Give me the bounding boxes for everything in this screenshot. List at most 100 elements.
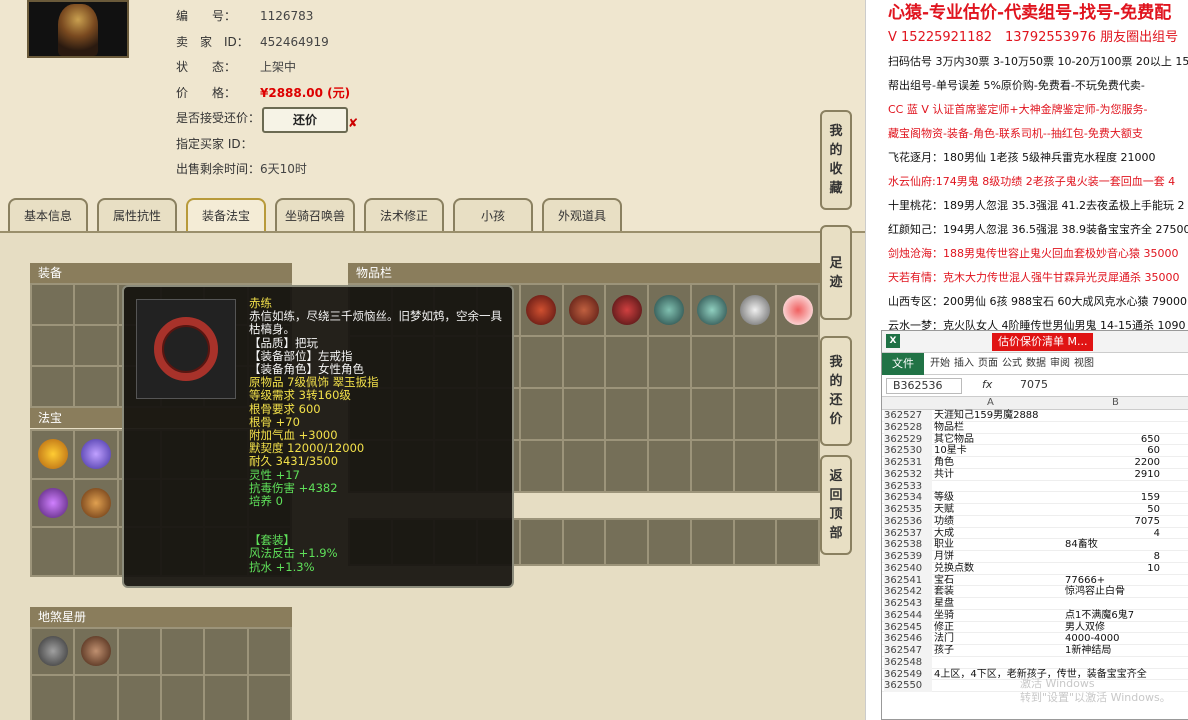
slot-cell[interactable] xyxy=(777,441,818,491)
slot-cell[interactable] xyxy=(777,520,818,564)
side-button[interactable]: 返回顶部 xyxy=(820,455,852,555)
row-number[interactable]: 362533 xyxy=(884,480,932,493)
slot-cell[interactable] xyxy=(75,431,117,478)
cell-a[interactable]: 共计 xyxy=(934,469,954,481)
slot-cell[interactable] xyxy=(75,367,117,406)
ribbon-tab[interactable]: 插入 xyxy=(954,353,974,375)
cell-b[interactable]: 50 xyxy=(1065,504,1160,516)
tab-item[interactable]: 属性抗性 xyxy=(97,198,177,232)
cell-a[interactable]: 法门 xyxy=(934,633,954,645)
ribbon-tab[interactable]: 页面 xyxy=(978,353,998,375)
column-a-header[interactable]: A xyxy=(987,397,994,408)
slot-cell[interactable] xyxy=(734,520,776,564)
slot-cell[interactable] xyxy=(563,441,605,491)
close-icon[interactable]: ✘ xyxy=(348,112,358,134)
slot-cell[interactable] xyxy=(691,389,733,439)
slot-cell[interactable] xyxy=(649,441,690,491)
slot-cell[interactable] xyxy=(248,629,290,674)
slot-cell[interactable] xyxy=(520,337,562,387)
slot-cell[interactable] xyxy=(32,285,74,324)
cell-b[interactable]: 2910 xyxy=(1065,469,1160,481)
cell-a[interactable]: 物品栏 xyxy=(934,422,964,434)
slot-cell[interactable] xyxy=(32,431,74,478)
slot-cell[interactable] xyxy=(734,389,776,439)
slot-cell[interactable] xyxy=(32,479,74,527)
row-number[interactable]: 362538 xyxy=(884,539,932,551)
slot-cell[interactable] xyxy=(563,285,605,335)
cell-b[interactable]: 1新神结局 xyxy=(1065,645,1160,657)
row-number[interactable]: 362547 xyxy=(884,645,932,657)
cell-a[interactable]: 10星卡 xyxy=(934,445,967,457)
slot-cell[interactable] xyxy=(563,389,605,439)
ribbon-tab[interactable]: 视图 xyxy=(1074,353,1094,375)
formula-input[interactable]: 7075 xyxy=(1020,378,1048,391)
cell-a[interactable]: 月饼 xyxy=(934,551,954,563)
slot-cell[interactable] xyxy=(606,389,648,439)
slot-cell[interactable] xyxy=(734,337,776,387)
slot-cell[interactable] xyxy=(563,520,605,564)
slot-cell[interactable] xyxy=(75,629,117,674)
cell-a[interactable]: 其它物品 xyxy=(934,434,974,446)
cell-b[interactable]: 8 xyxy=(1065,551,1160,563)
row-number[interactable]: 362546 xyxy=(884,633,932,645)
cell-a[interactable]: 等级 xyxy=(934,492,954,504)
slot-cell[interactable] xyxy=(118,629,160,674)
slot-cell[interactable] xyxy=(691,285,733,335)
slot-cell[interactable] xyxy=(32,326,74,365)
cell-b[interactable]: 点1不满魔6鬼7 xyxy=(1065,610,1160,622)
tab-item[interactable]: 小孩 xyxy=(453,198,533,232)
row-number[interactable]: 362545 xyxy=(884,621,932,634)
cell-b[interactable]: 2200 xyxy=(1065,457,1160,469)
slot-cell[interactable] xyxy=(649,520,690,564)
slot-cell[interactable] xyxy=(606,337,648,387)
slot-cell[interactable] xyxy=(606,520,648,564)
ribbon-tab[interactable]: 数据 xyxy=(1026,353,1046,375)
row-number[interactable]: 362529 xyxy=(884,433,932,446)
row-number[interactable]: 362535 xyxy=(884,504,932,516)
slot-cell[interactable] xyxy=(777,389,818,439)
row-number[interactable]: 362540 xyxy=(884,562,932,575)
cell-a[interactable]: 孩子 xyxy=(934,645,954,657)
slot-cell[interactable] xyxy=(75,675,117,720)
cell-b[interactable]: 4000-4000 xyxy=(1065,633,1160,645)
cell-b[interactable]: 10 xyxy=(1065,563,1160,575)
tab-item[interactable]: 法术修正 xyxy=(364,198,444,232)
row-number[interactable]: 362528 xyxy=(884,421,932,434)
slot-cell[interactable] xyxy=(161,629,204,674)
slot-cell[interactable] xyxy=(520,441,562,491)
row-number[interactable]: 362542 xyxy=(884,586,932,598)
slot-cell[interactable] xyxy=(32,367,74,406)
ribbon-file-tab[interactable]: 文件 xyxy=(882,353,924,375)
cell-a[interactable]: 星盘 xyxy=(934,598,954,610)
slot-cell[interactable] xyxy=(118,675,160,720)
tab-item[interactable]: 基本信息 xyxy=(8,198,88,232)
cell-a[interactable]: 大成 xyxy=(934,528,954,540)
row-number[interactable]: 362530 xyxy=(884,445,932,457)
slot-cell[interactable] xyxy=(777,285,818,335)
slot-cell[interactable] xyxy=(520,285,562,335)
cell-b[interactable]: 650 xyxy=(1065,434,1160,446)
cell-a[interactable]: 兑换点数 xyxy=(934,563,974,575)
slot-cell[interactable] xyxy=(32,629,74,674)
cell-a[interactable]: 职业 xyxy=(934,539,954,551)
row-number[interactable]: 362541 xyxy=(884,574,932,587)
slot-cell[interactable] xyxy=(75,479,117,527)
tab-item[interactable]: 坐骑召唤兽 xyxy=(275,198,355,232)
row-number[interactable]: 362534 xyxy=(884,492,932,504)
row-number[interactable]: 362543 xyxy=(884,598,932,610)
cell-b[interactable]: 84畜牧 xyxy=(1065,539,1160,551)
slot-cell[interactable] xyxy=(520,520,562,564)
counter-offer-button[interactable]: 还价 ✘ xyxy=(262,107,358,133)
slot-cell[interactable] xyxy=(563,337,605,387)
slot-cell[interactable] xyxy=(75,326,117,365)
row-number[interactable]: 362544 xyxy=(884,609,932,622)
cell-a[interactable]: 套装 xyxy=(934,586,954,598)
slot-cell[interactable] xyxy=(734,441,776,491)
slot-cell[interactable] xyxy=(649,285,690,335)
slot-cell[interactable] xyxy=(777,337,818,387)
slot-cell[interactable] xyxy=(691,441,733,491)
cell-b[interactable]: 77666+ xyxy=(1065,575,1160,587)
tab-item[interactable]: 外观道具 xyxy=(542,198,622,232)
tab-item[interactable]: 装备法宝 xyxy=(186,198,266,232)
cell-b[interactable]: 7075 xyxy=(1065,516,1160,528)
